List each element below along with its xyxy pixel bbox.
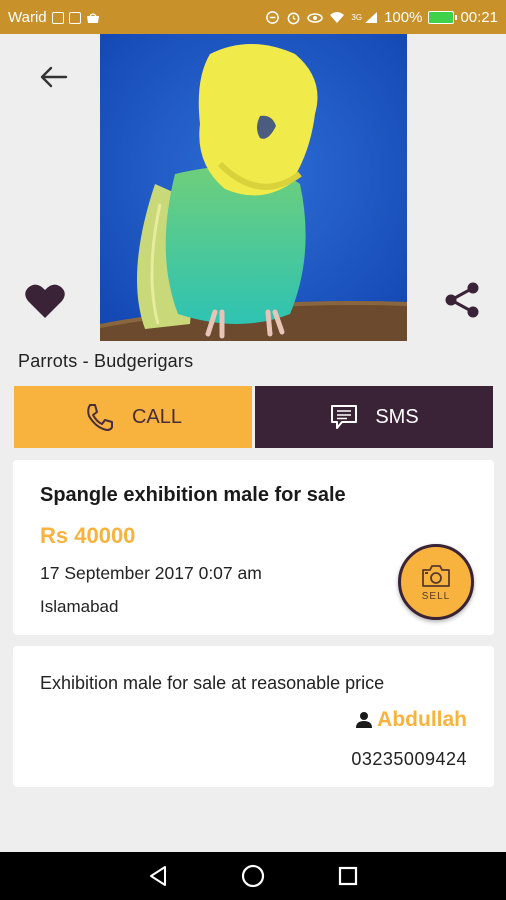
seller-info: Abdullah xyxy=(355,708,467,732)
listing-date: 17 September 2017 0:07 am xyxy=(40,563,262,583)
notification-icon xyxy=(51,11,64,24)
camera-icon xyxy=(422,564,450,587)
carrier-name: Warid xyxy=(8,9,47,26)
call-label: CALL xyxy=(131,405,183,428)
status-left: Warid xyxy=(8,9,100,26)
alarm-icon xyxy=(288,12,300,25)
budgerigar-photo xyxy=(100,34,407,341)
status-right: 3G 100% 00:21 xyxy=(265,9,498,26)
signal-icon xyxy=(365,12,378,23)
contact-actions: CALL SMS xyxy=(14,386,493,448)
circle-home-icon xyxy=(241,864,265,888)
data-saver-icon xyxy=(266,11,280,24)
nav-back-button[interactable] xyxy=(143,861,173,891)
listing-photo[interactable] xyxy=(100,34,407,341)
sell-label: SELL xyxy=(421,590,451,602)
listing-description-card: Exhibition male for sale at reasonable p… xyxy=(13,646,494,787)
wifi-icon xyxy=(330,12,345,23)
nav-recents-button[interactable] xyxy=(333,861,363,891)
favorite-button[interactable] xyxy=(24,282,66,320)
sms-button[interactable]: SMS xyxy=(255,386,493,448)
person-icon xyxy=(356,712,373,728)
listing-category: Parrots - Budgerigars xyxy=(18,351,194,371)
seller-phone[interactable]: 03235009424 xyxy=(351,749,467,770)
listing-description: Exhibition male for sale at reasonable p… xyxy=(40,673,385,693)
network-type: 3G xyxy=(351,13,363,22)
seller-name: Abdullah xyxy=(377,708,467,731)
battery-icon xyxy=(428,11,458,24)
back-button[interactable] xyxy=(36,62,72,92)
listing-header xyxy=(0,34,506,346)
call-button[interactable]: CALL xyxy=(14,386,252,448)
eye-icon xyxy=(307,12,324,23)
share-icon xyxy=(445,282,479,318)
listing-city: Islamabad xyxy=(40,597,119,616)
nav-home-button[interactable] xyxy=(238,861,268,891)
phone-icon xyxy=(87,404,113,431)
battery-percent: 100% xyxy=(384,9,423,26)
share-button[interactable] xyxy=(442,280,482,320)
listing-price: Rs 40000 xyxy=(40,523,136,548)
listing-title: Spangle exhibition male for sale xyxy=(40,484,346,506)
arrow-left-icon xyxy=(40,66,68,88)
navigation-bar xyxy=(0,852,506,900)
triangle-back-icon xyxy=(149,866,166,886)
bag-icon xyxy=(86,12,99,23)
heart-icon xyxy=(25,284,65,318)
clock: 00:21 xyxy=(460,9,498,26)
notification-icon xyxy=(68,11,81,24)
message-icon xyxy=(331,405,358,429)
square-recents-icon xyxy=(339,866,358,886)
status-bar: Warid 3G 100% 00:21 xyxy=(0,0,506,34)
sms-label: SMS xyxy=(375,405,419,428)
sell-button[interactable]: SELL xyxy=(398,544,474,620)
